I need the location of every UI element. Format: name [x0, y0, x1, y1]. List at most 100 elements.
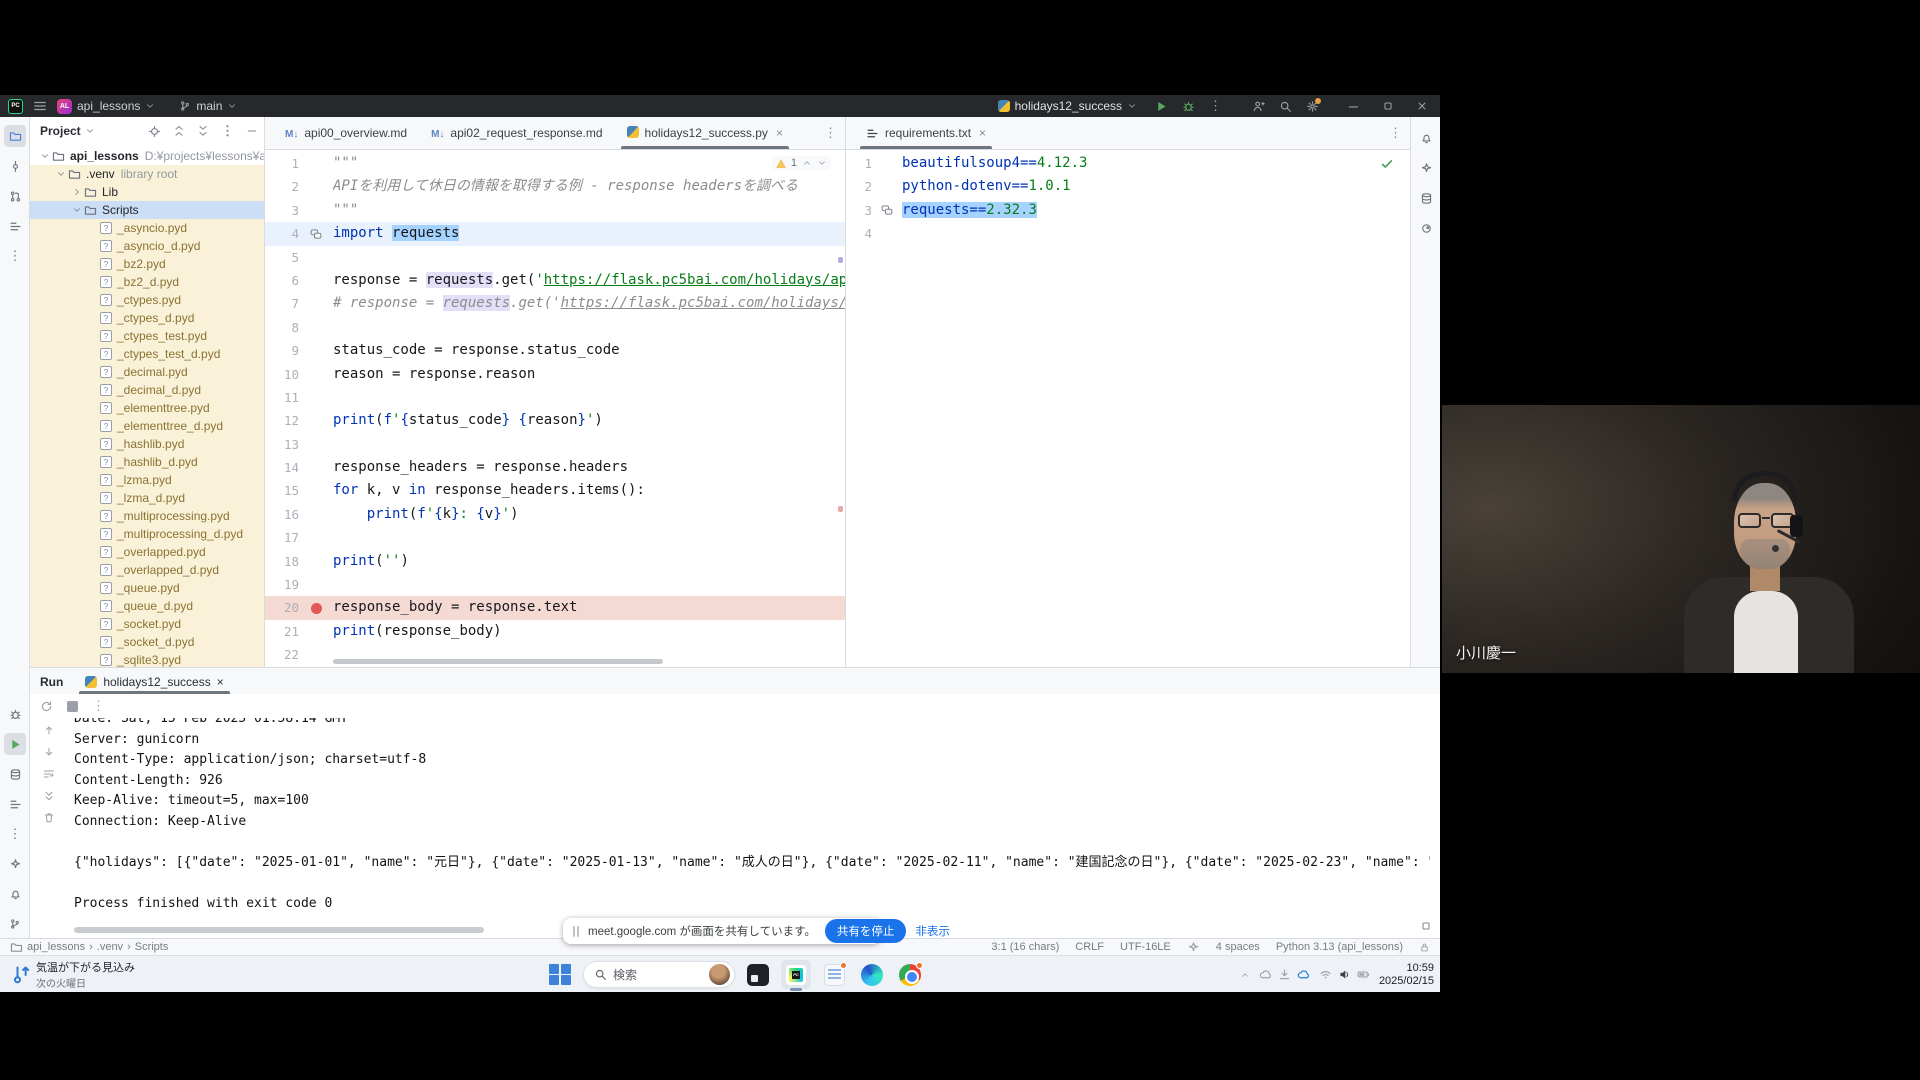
run-button[interactable]	[1155, 100, 1168, 113]
ai-assistant-status-icon[interactable]	[1187, 941, 1200, 954]
search-everywhere-icon[interactable]	[1279, 100, 1292, 113]
tree-item[interactable]: ?_queue.pyd	[30, 579, 264, 597]
more-actions-icon[interactable]: ⋮	[1209, 98, 1222, 114]
vcs-branch-widget[interactable]: main	[179, 99, 237, 113]
tree-item[interactable]: ?_queue_d.pyd	[30, 597, 264, 615]
more-options-icon[interactable]: ⋮	[92, 698, 105, 714]
python-packages-tool-icon[interactable]	[4, 763, 26, 785]
breadcrumb-item[interactable]: api_lessons	[27, 941, 85, 953]
services-tool-icon[interactable]	[4, 793, 26, 815]
taskbar-app-edge[interactable]	[857, 960, 887, 989]
tree-item[interactable]: Lib	[30, 183, 264, 201]
run-configuration-widget[interactable]: holidays12_success	[998, 99, 1137, 113]
tree-item[interactable]: ?_bz2_d.pyd	[30, 273, 264, 291]
breadcrumb-item[interactable]: .venv	[97, 941, 123, 953]
collapse-all-icon[interactable]	[197, 125, 209, 137]
soft-wrap-icon[interactable]	[43, 768, 55, 780]
breadcrumb-item[interactable]: Scripts	[135, 941, 169, 953]
more-tool-icon[interactable]: ⋮	[4, 245, 26, 267]
window-close-button[interactable]	[1416, 100, 1428, 112]
status-item[interactable]: UTF-16LE	[1120, 941, 1171, 953]
tree-item[interactable]: ?_asyncio.pyd	[30, 219, 264, 237]
vertical-scrollbar[interactable]	[838, 157, 843, 655]
close-icon[interactable]: ×	[979, 126, 986, 140]
editor-tab[interactable]: M↓api02_request_response.md	[419, 117, 614, 149]
tray-cloud-icon[interactable]	[1259, 968, 1272, 981]
debug-tool-icon[interactable]	[4, 703, 26, 725]
taskbar-app-dark[interactable]	[743, 960, 773, 989]
volume-icon[interactable]	[1338, 968, 1351, 981]
chevron-collapsed-icon[interactable]	[70, 187, 84, 197]
rerun-icon[interactable]	[40, 700, 53, 713]
tree-item[interactable]: .venvlibrary root	[30, 165, 264, 183]
stop-icon[interactable]	[67, 701, 78, 712]
scroll-to-end-icon[interactable]	[43, 790, 55, 802]
tree-item[interactable]: ?_sqlite3.pyd	[30, 651, 264, 667]
tree-item[interactable]: ?_ctypes_test.pyd	[30, 327, 264, 345]
tree-item[interactable]: ?_overlapped_d.pyd	[30, 561, 264, 579]
status-item[interactable]: 4 spaces	[1216, 941, 1260, 953]
project-widget[interactable]: AL api_lessons	[57, 99, 155, 114]
taskbar-app-notepad[interactable]	[819, 960, 849, 989]
terminal-tool-icon[interactable]: ⋮	[4, 823, 26, 845]
window-maximize-button[interactable]	[1382, 100, 1394, 112]
breakpoint-icon[interactable]	[299, 596, 333, 619]
database-icon[interactable]	[1415, 187, 1437, 209]
taskbar-clock[interactable]: 10:59 2025/02/15	[1379, 962, 1434, 988]
run-tool-icon[interactable]	[4, 733, 26, 755]
weather-widget[interactable]: 気温が下がる見込み 次の火曜日	[10, 959, 135, 990]
code-editor[interactable]: 1beautifulsoup4==4.12.32python-dotenv==1…	[846, 150, 1410, 667]
tray-expand-icon[interactable]	[1240, 970, 1250, 980]
drag-handle-icon[interactable]	[573, 926, 579, 937]
tree-item[interactable]: ?_ctypes_test_d.pyd	[30, 345, 264, 363]
taskbar-app-chrome[interactable]	[895, 960, 925, 989]
tree-item[interactable]: ?_asyncio_d.pyd	[30, 237, 264, 255]
clear-all-icon[interactable]	[43, 812, 55, 824]
tree-item[interactable]: ?_multiprocessing_d.pyd	[30, 525, 264, 543]
console-horizontal-scrollbar[interactable]	[74, 927, 484, 933]
stop-sharing-button[interactable]: 共有を停止	[825, 919, 907, 943]
status-item[interactable]: 3:1 (16 chars)	[991, 941, 1059, 953]
editor-tab[interactable]: requirements.txt×	[854, 117, 998, 149]
code-with-me-icon[interactable]	[1252, 100, 1265, 113]
tree-item[interactable]: ?_hashlib.pyd	[30, 435, 264, 453]
battery-icon[interactable]	[1357, 968, 1370, 981]
ai-assistant-icon[interactable]	[1415, 157, 1437, 179]
status-item[interactable]: CRLF	[1075, 941, 1104, 953]
taskbar-search-box[interactable]: 検索	[583, 961, 735, 988]
structure-tool-icon[interactable]	[4, 215, 26, 237]
expand-all-icon[interactable]	[173, 125, 185, 137]
notifications-bell-icon[interactable]	[1415, 127, 1437, 149]
project-folder-tool-icon[interactable]	[4, 125, 26, 147]
hide-panel-icon[interactable]	[246, 125, 258, 137]
tree-item[interactable]: ?_socket.pyd	[30, 615, 264, 633]
tree-item[interactable]: ?_elementtree_d.pyd	[30, 417, 264, 435]
tree-item[interactable]: ?_lzma_d.pyd	[30, 489, 264, 507]
ai-prompt-gutter-icon[interactable]	[299, 222, 333, 245]
tree-item[interactable]: api_lessonsD:¥projects¥lessons¥api_lesso…	[30, 147, 264, 165]
tree-item[interactable]: ?_hashlib_d.pyd	[30, 453, 264, 471]
pull-requests-tool-icon[interactable]	[4, 185, 26, 207]
select-opened-file-icon[interactable]	[148, 125, 161, 138]
tree-item[interactable]: ?_decimal.pyd	[30, 363, 264, 381]
chevron-expanded-icon[interactable]	[38, 151, 52, 161]
main-menu-hamburger-icon[interactable]	[33, 99, 47, 113]
tree-item[interactable]: ?_bz2.pyd	[30, 255, 264, 273]
tree-item[interactable]: ?_overlapped.pyd	[30, 543, 264, 561]
window-minimize-button[interactable]	[1347, 100, 1360, 113]
run-tab[interactable]: holidays12_success ×	[75, 675, 233, 694]
debug-button[interactable]	[1182, 100, 1195, 113]
scroll-up-icon[interactable]	[43, 724, 55, 736]
chevron-down-icon[interactable]	[85, 126, 95, 136]
tree-item[interactable]: ?_ctypes.pyd	[30, 291, 264, 309]
status-item[interactable]: Python 3.13 (api_lessons)	[1276, 941, 1403, 953]
ai-prompt-gutter-icon[interactable]	[872, 199, 902, 222]
problems-tool-icon[interactable]	[4, 853, 26, 875]
close-icon[interactable]: ×	[776, 126, 783, 140]
window-layout-icon[interactable]	[1420, 920, 1432, 932]
wifi-icon[interactable]	[1319, 968, 1332, 981]
tree-item[interactable]: Scripts	[30, 201, 264, 219]
taskbar-app-pycharm[interactable]: PC	[781, 960, 811, 989]
chevron-expanded-icon[interactable]	[54, 169, 68, 179]
editor-tab[interactable]: M↓api00_overview.md	[273, 117, 419, 149]
